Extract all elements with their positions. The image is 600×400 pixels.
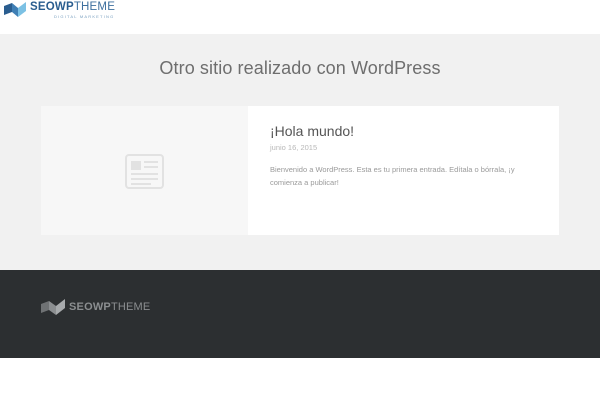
post-date: junio 16, 2015: [270, 143, 318, 152]
post-excerpt: Bienvenido a WordPress. Esta es tu prime…: [270, 165, 515, 187]
main-content: Otro sitio realizado con WordPress ¡Hola…: [0, 34, 600, 270]
site-header: SEOWPTHEME DIGITAL MARKETING: [0, 0, 600, 34]
page-title: Otro sitio realizado con WordPress: [159, 58, 441, 78]
post-thumbnail[interactable]: [41, 106, 248, 235]
logo-mark-icon: [4, 2, 26, 17]
footer-logo[interactable]: SEOWPTHEME: [41, 298, 150, 316]
site-logo[interactable]: SEOWPTHEME DIGITAL MARKETING: [4, 0, 115, 22]
document-icon: [125, 154, 164, 189]
post-title-link[interactable]: ¡Hola mundo!: [270, 122, 540, 140]
bottom-blank-area: [0, 358, 600, 400]
logo-tagline: DIGITAL MARKETING: [54, 13, 115, 19]
site-footer: SEOWPTHEME: [0, 270, 600, 358]
post-body: ¡Hola mundo! junio 16, 2015 Bienvenido a…: [270, 122, 540, 189]
post-card: ¡Hola mundo! junio 16, 2015 Bienvenido a…: [41, 106, 559, 235]
logo-text: SEOWPTHEME: [30, 1, 116, 13]
footer-logo-mark-icon: [41, 299, 65, 315]
footer-logo-text: SEOWPTHEME: [69, 301, 151, 313]
